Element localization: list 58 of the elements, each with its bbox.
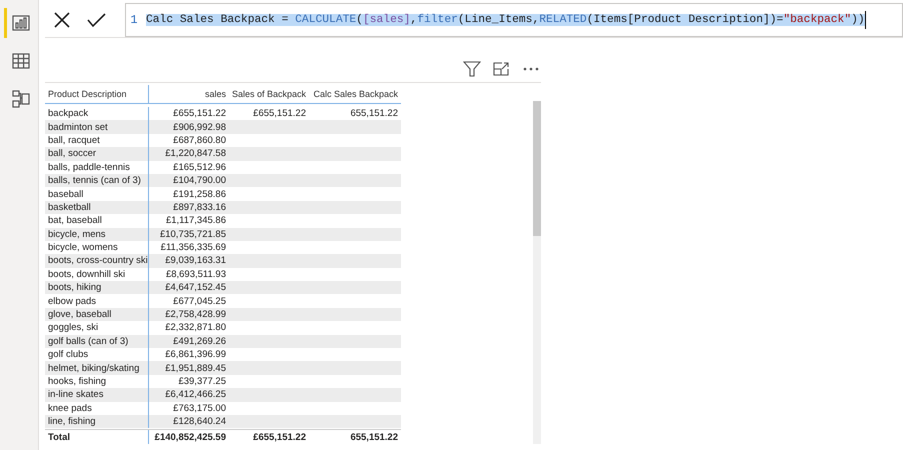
formula-text: Calc Sales Backpack = CALCULATE([sales],filter(Line_Items,RELATED(Items[Product Description])="backpack")) xyxy=(146,14,865,26)
formula-editor[interactable]: 1 Calc Sales Backpack = CALCULATE([sales],filter(Line_Items,RELATED(Items[Product Description])="backpack")) xyxy=(125,3,903,37)
table-cell-text: £4,647,152.45 xyxy=(164,282,227,294)
column-header[interactable]: sales xyxy=(149,89,229,99)
filter-icon[interactable] xyxy=(463,61,481,77)
table-cell: glove, baseball xyxy=(45,308,149,322)
table-cell: in-line skates xyxy=(45,388,149,402)
close-icon xyxy=(53,11,71,29)
table-cell-text: £763,175.00 xyxy=(172,402,227,414)
table-cell: boots, cross-country ski xyxy=(45,254,149,268)
table-cell-text: £1,117,345.86 xyxy=(164,215,227,226)
table-cell-text: £2,758,428.99 xyxy=(164,309,227,320)
table-cell: line, fishing xyxy=(45,414,149,428)
more-icon xyxy=(523,67,539,71)
column-header[interactable]: Calc Sales Backpack xyxy=(309,89,401,99)
table-cell: balls, tennis (can of 3) xyxy=(45,174,149,188)
table-cell-text: £677,045.25 xyxy=(172,296,227,307)
total-cell-text: 655,151.22 xyxy=(349,432,399,443)
model-icon xyxy=(12,90,30,108)
table-cell-text: £491,269.26 xyxy=(172,336,227,347)
table-icon xyxy=(12,53,30,69)
scrollbar[interactable] xyxy=(533,101,541,444)
table-cell-text: £10,735,721.85 xyxy=(158,228,227,240)
line-number: 1 xyxy=(129,13,139,27)
table-cell-text: £11,356,335.69 xyxy=(160,242,227,254)
total-cell: Total xyxy=(45,430,149,444)
bar-chart-icon xyxy=(12,15,30,31)
table-cell-text: £655,151.22 xyxy=(252,108,307,120)
column-header[interactable]: Sales of Backpack xyxy=(229,89,309,99)
focus-mode-icon[interactable] xyxy=(493,62,509,76)
table-cell-text: £128,640.24 xyxy=(172,416,227,428)
column-header[interactable]: Product Description xyxy=(45,85,149,103)
table-cell-text: £6,412,466.25 xyxy=(164,389,227,400)
table-cell-text: £39,377.25 xyxy=(177,376,227,387)
table-cell-text: £1,220,847.58 xyxy=(164,148,227,160)
table-cell-text: £897,833.16 xyxy=(172,202,227,213)
total-cell-text: £655,151.22 xyxy=(252,432,307,443)
table-cell-text: £655,151.22 xyxy=(172,108,227,120)
table-cell-text: 655,151.22 xyxy=(349,108,399,120)
table-cell: bicycle, mens xyxy=(45,228,149,241)
table-cell: ball, soccer xyxy=(45,147,149,161)
table-cell-text: £687,860.80 xyxy=(172,134,227,146)
table-cell-text: £6,861,396.99 xyxy=(164,349,227,360)
total-cell-text: £140,852,425.59 xyxy=(154,432,227,443)
table-cell: helmet, biking/skating xyxy=(45,361,149,375)
table-cell-text: £104,790.00 xyxy=(172,175,227,186)
table-cell: badminton set xyxy=(45,120,149,134)
table-cell-text: £2,332,871.80 xyxy=(164,322,227,334)
checkmark-icon xyxy=(86,12,106,28)
table-cell: basketball xyxy=(45,200,149,214)
table-cell-text: £165,512.96 xyxy=(172,162,227,173)
table-cell-text: £1,951,889.45 xyxy=(164,362,227,374)
table-cell-text: £9,039,163.31 xyxy=(164,255,227,266)
table-cell-text: £906,992.98 xyxy=(172,122,227,133)
table-cell: boots, hiking xyxy=(45,281,149,294)
table-cell-text: £191,258.86 xyxy=(172,188,227,200)
table-cell: golf balls (can of 3) xyxy=(45,334,149,348)
table-cell-text: £8,693,511.93 xyxy=(164,268,227,280)
